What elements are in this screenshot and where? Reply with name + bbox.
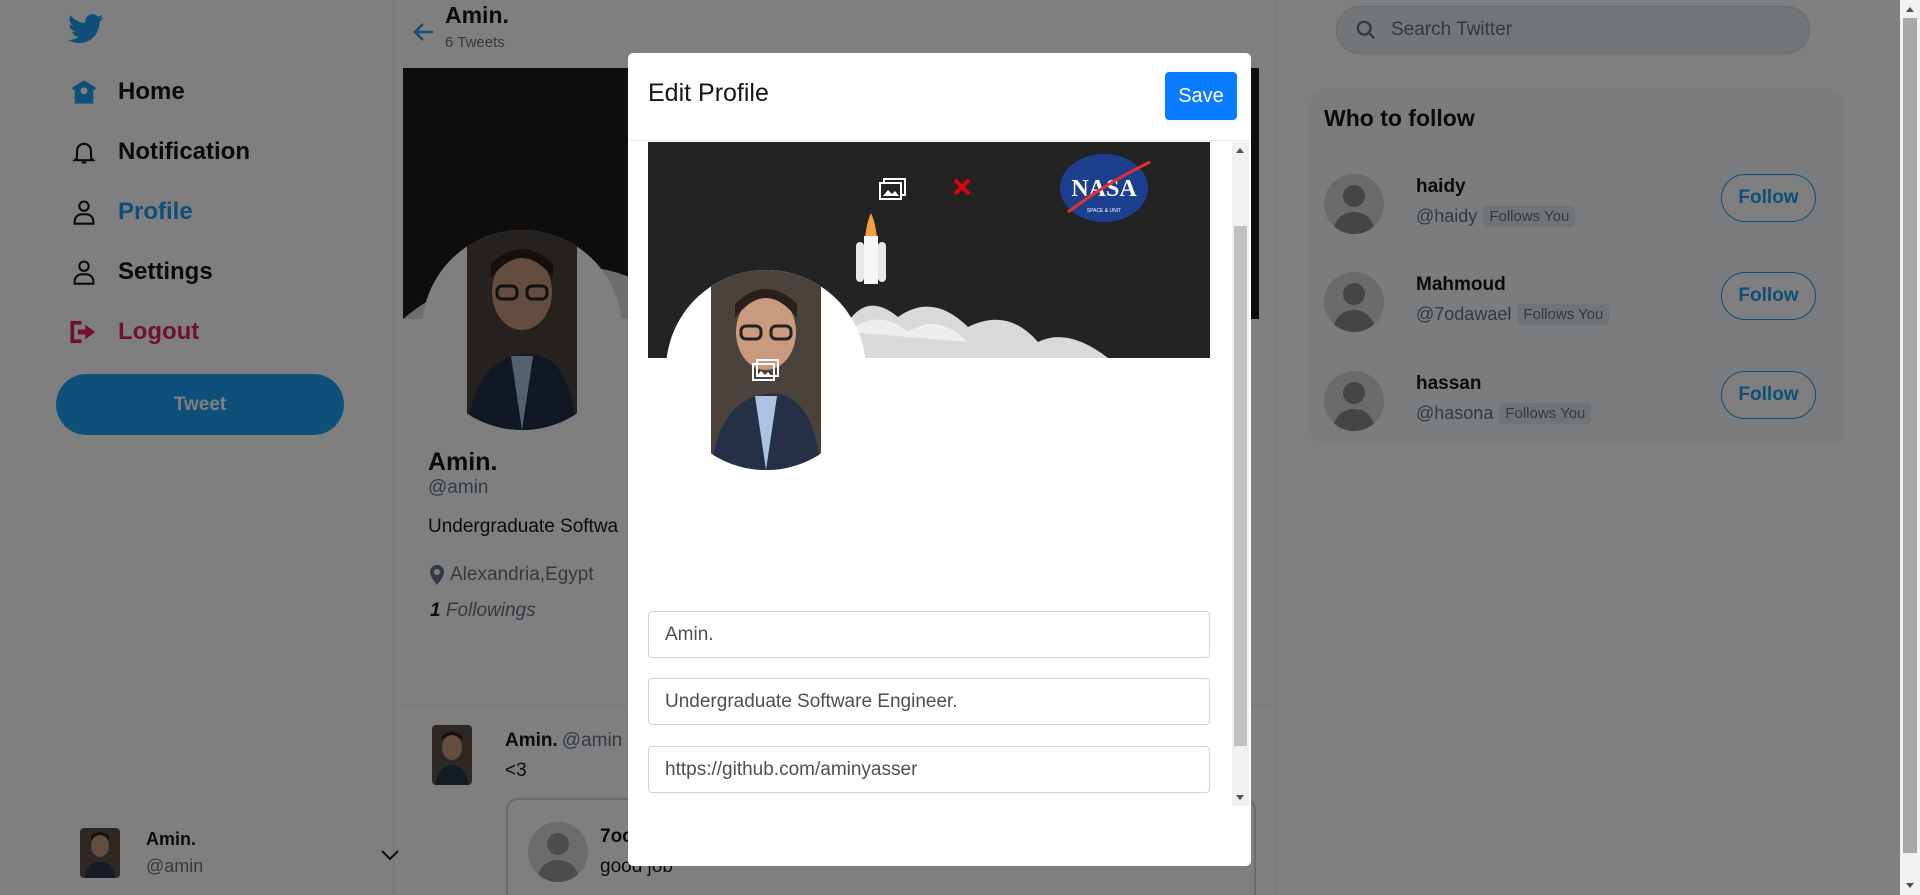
website-field[interactable] [648,746,1210,793]
svg-text:SPACE & UNIT: SPACE & UNIT [1087,208,1121,214]
modal-scrollbar[interactable] [1232,142,1249,806]
avatar [666,270,866,470]
page-scrollbar[interactable] [1900,0,1920,895]
scroll-up-arrow-icon[interactable] [1236,148,1244,153]
modal-header: Edit Profile Save [628,53,1251,141]
save-button[interactable]: Save [1165,72,1237,120]
bio-field[interactable] [648,678,1210,725]
scroll-down-arrow-icon[interactable] [1236,795,1244,800]
name-field[interactable] [648,611,1210,658]
edit-profile-modal: Edit Profile Save NASA SPACE & UNIT [628,53,1251,866]
close-icon[interactable] [951,176,973,203]
modal-body: NASA SPACE & UNIT [628,142,1251,806]
scroll-up-arrow-icon[interactable] [1906,7,1914,12]
modal-title: Edit Profile [648,79,769,107]
image-upload-icon[interactable] [752,358,780,387]
image-upload-icon[interactable] [879,177,907,206]
svg-text:NASA: NASA [1071,176,1137,202]
scroll-down-arrow-icon[interactable] [1906,883,1914,888]
scrollbar-thumb[interactable] [1903,18,1917,853]
scrollbar-thumb[interactable] [1234,226,1247,746]
